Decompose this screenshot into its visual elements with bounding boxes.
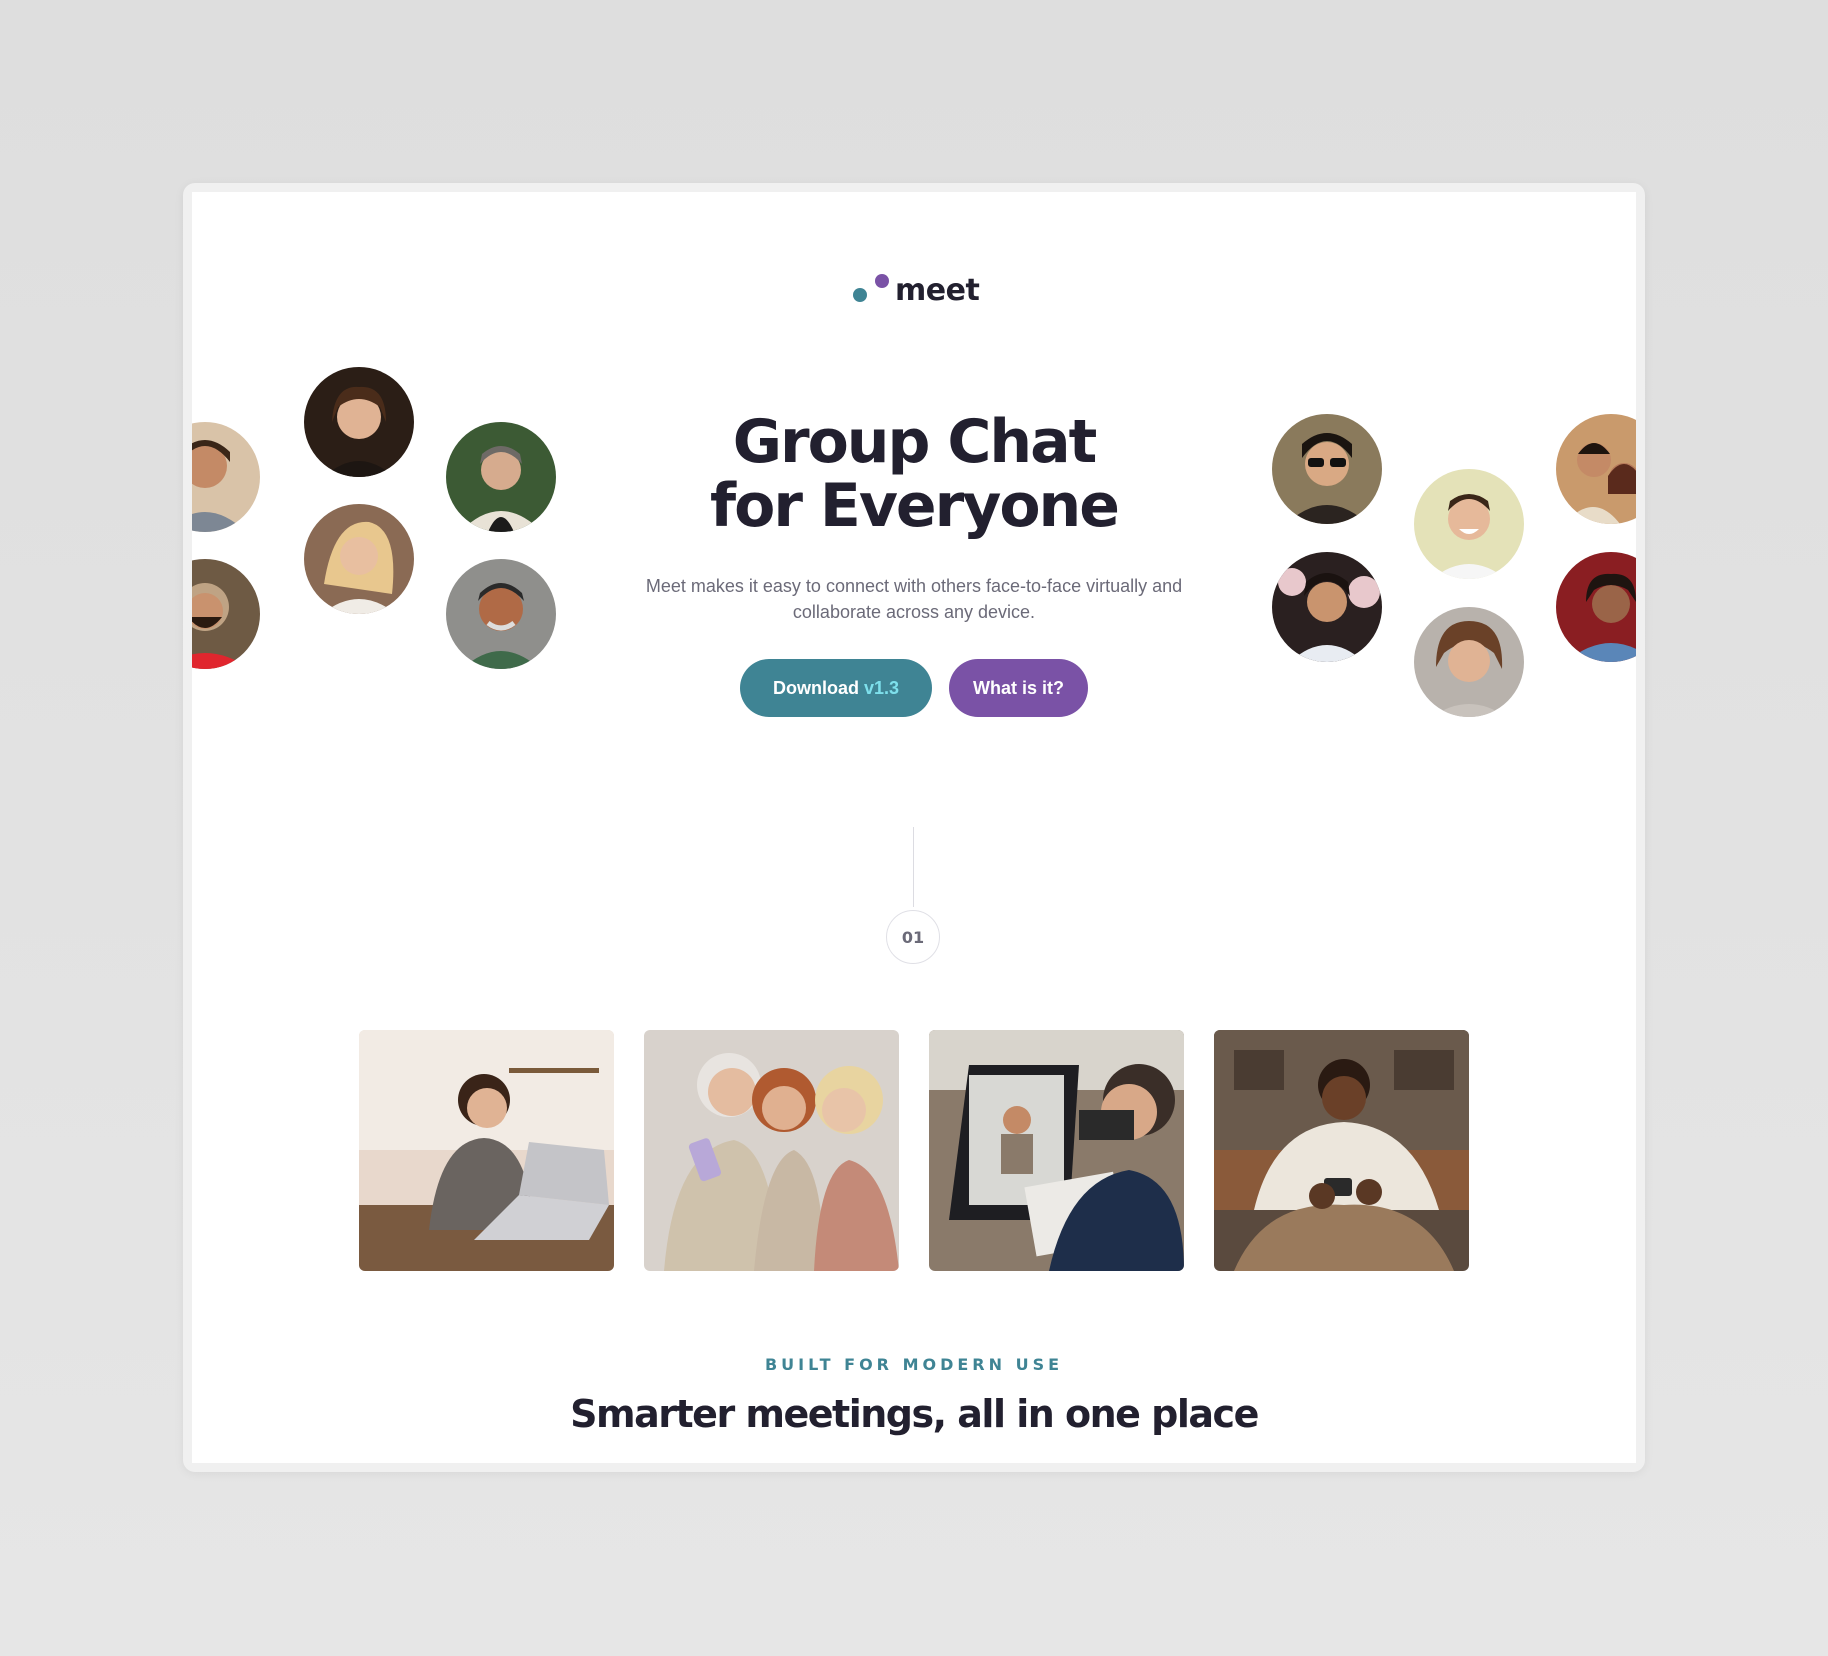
download-label: Download (772, 677, 859, 698)
brand-name: meet (895, 272, 980, 308)
avatar-left-5 (192, 559, 260, 669)
step-number-badge: 01 (886, 910, 940, 964)
what-is-it-button[interactable]: What is it? (949, 659, 1088, 717)
avatar-right-4 (1272, 552, 1382, 662)
avatar-right-5 (1414, 607, 1524, 717)
download-version: v1.3 (863, 677, 900, 698)
download-button[interactable]: Download v1.3 (740, 659, 932, 717)
hero-title: Group Chat for Everyone (192, 410, 1636, 538)
women-phone-photo (644, 1030, 899, 1271)
woman-laptop-photo (359, 1030, 614, 1271)
hero-title-line-2: for Everyone (710, 471, 1120, 541)
section-eyebrow: BUILT FOR MODERN USE (764, 1355, 1064, 1374)
video-call-photo (929, 1030, 1184, 1271)
hero-subtitle: Meet makes it easy to connect with other… (645, 576, 1183, 622)
step-divider-line (913, 827, 914, 907)
avatar-left-6 (446, 559, 556, 669)
avatar-right-6 (1556, 552, 1636, 662)
man-phone-photo (1214, 1030, 1469, 1271)
brand-logo[interactable]: meet (853, 270, 980, 310)
hero-title-line-1: Group Chat (732, 407, 1098, 477)
section-title: Smarter meetings, all in one place (570, 1392, 1259, 1436)
logo-dots-icon (853, 272, 889, 308)
landing-page: meet Group Chat for Everyone Meet makes … (192, 192, 1636, 1463)
